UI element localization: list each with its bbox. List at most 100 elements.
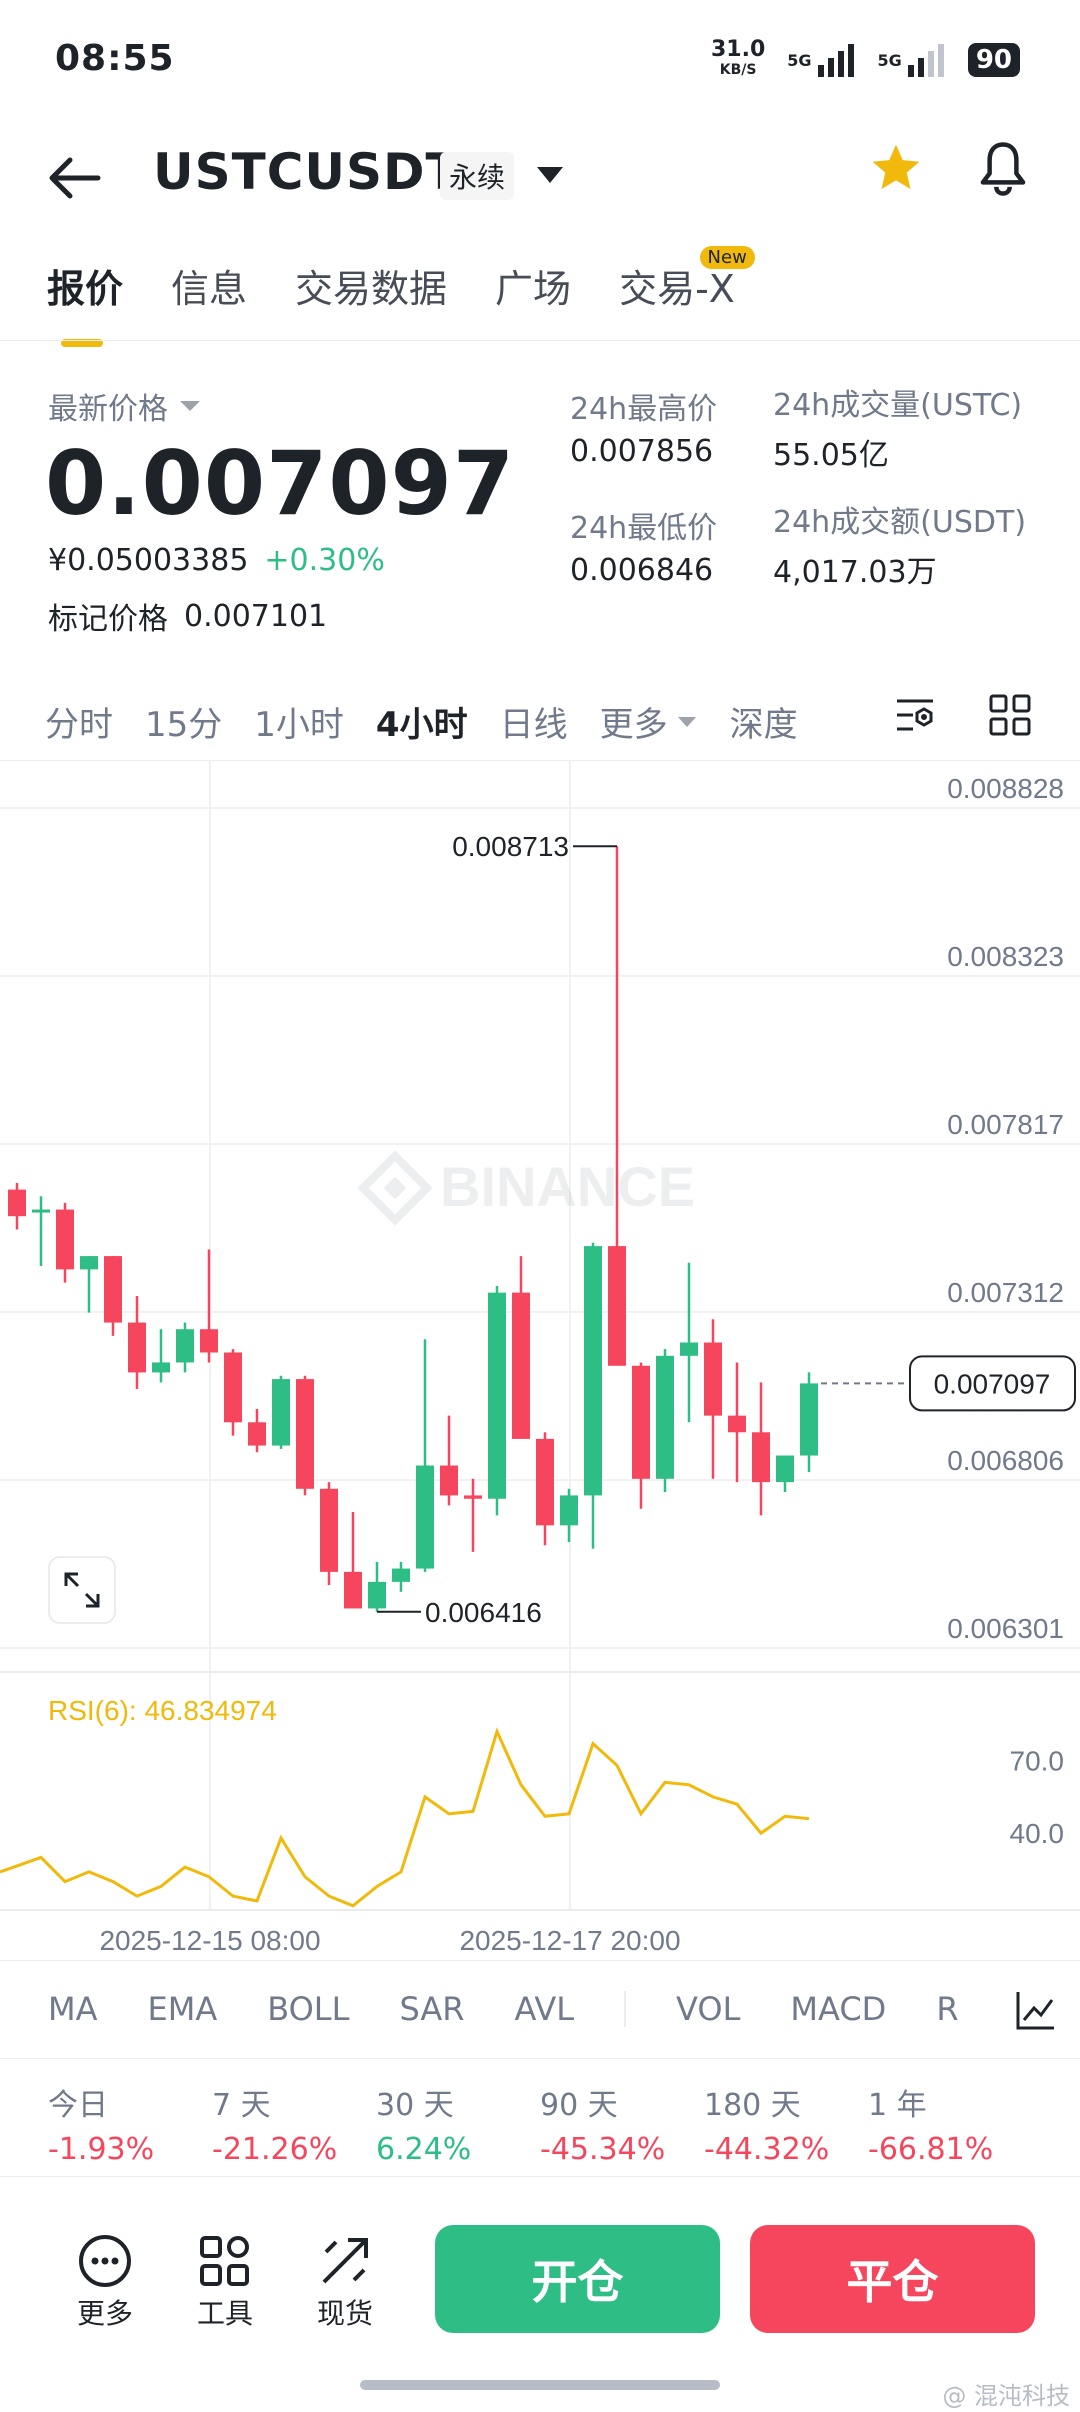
y-tick-label: 0.006806 <box>947 1445 1064 1476</box>
tab-square[interactable]: 广场 <box>495 258 571 313</box>
candle-body <box>656 1355 674 1479</box>
candle-body <box>416 1465 434 1569</box>
home-indicator[interactable] <box>360 2380 720 2390</box>
open-position-button[interactable]: 开仓 <box>435 2225 720 2333</box>
candlestick-chart[interactable]: BINANCE 0.008713 0.006416 0.007097 0.00882… <box>0 760 1080 1960</box>
candle-body <box>464 1495 482 1499</box>
stat-high: 24h最高价 0.007856 <box>570 384 717 469</box>
rsi-label: RSI(6): 46.834974 <box>48 1695 277 1726</box>
symbol-dropdown-icon[interactable] <box>535 158 565 193</box>
perf-7d: 7 天 -21.26% <box>212 2080 376 2167</box>
y-tick-label: 0.007312 <box>947 1277 1064 1308</box>
stat-volume-label: 24h成交量(USTC) <box>773 388 1023 423</box>
mark-price-row: 标记价格 0.007101 <box>48 594 327 638</box>
stat-amount-label: 24h成交额(USDT) <box>773 505 1027 540</box>
candle-body <box>56 1209 74 1270</box>
y-tick-label: 0.008323 <box>947 941 1064 972</box>
interval-depth[interactable]: 深度 <box>730 697 798 746</box>
interval-15m[interactable]: 15分 <box>145 697 222 746</box>
more-dots-icon <box>79 2235 131 2287</box>
more-label: 更多 <box>76 2297 133 2330</box>
rsi-tick-label: 40.0 <box>1010 1818 1065 1849</box>
rsi-panel: RSI(6): 46.834974 70.0 40.0 <box>0 1695 1065 1908</box>
interval-time[interactable]: 分时 <box>45 697 113 746</box>
indicator-vol[interactable]: VOL <box>676 1990 740 2028</box>
candle-body <box>296 1379 314 1489</box>
spot-swap-icon <box>322 2238 368 2284</box>
interval-more[interactable]: 更多 <box>600 697 698 746</box>
x-tick-label: 2025-12-17 20:00 <box>459 1925 680 1956</box>
tab-trading-data[interactable]: 交易数据 <box>295 258 447 313</box>
stat-high-label: 24h最高价 <box>570 392 718 427</box>
indicator-boll[interactable]: BOLL <box>267 1990 349 2028</box>
notification-bell-icon[interactable] <box>975 140 1031 202</box>
signal-bars-icon <box>817 44 854 77</box>
interval-4h[interactable]: 4小时 <box>376 697 468 746</box>
perf-90d: 90 天 -45.34% <box>540 2080 704 2167</box>
tools-button[interactable]: 工具 <box>180 2230 270 2332</box>
back-arrow-icon[interactable] <box>48 150 102 213</box>
change-percent: +0.30% <box>264 543 385 578</box>
indicator-separator <box>624 1991 627 2027</box>
battery-icon: 90 <box>967 43 1020 77</box>
perf-label: 1 年 <box>868 2088 927 2123</box>
low-annotation: 0.006416 <box>425 1597 542 1628</box>
stat-low-value: 0.006846 <box>570 553 714 588</box>
candle-body <box>104 1256 122 1323</box>
cny-price: ¥0.05003385 <box>48 543 249 578</box>
rsi-line <box>0 1727 810 1908</box>
rsi-tick-label: 70.0 <box>1010 1746 1065 1777</box>
signal-1: 5G <box>787 43 855 77</box>
tab-trade-x[interactable]: 交易-X New <box>619 246 755 313</box>
candle-body <box>800 1383 818 1456</box>
perf-label: 90 天 <box>540 2088 618 2123</box>
contract-type-tag[interactable]: 永续 <box>440 152 515 200</box>
symbol-title[interactable]: USTCUSDT <box>153 143 461 201</box>
interval-1d[interactable]: 日线 <box>500 697 568 746</box>
y-axis-ticks: 0.008828 0.008323 0.007817 0.007312 0.006806… <box>947 773 1064 1644</box>
last-price-label[interactable]: 最新价格 <box>48 384 202 428</box>
more-button[interactable]: 更多 <box>60 2230 150 2332</box>
candle-body <box>248 1422 266 1446</box>
indicator-ma[interactable]: MA <box>48 1990 98 2028</box>
indicator-avl[interactable]: AVL <box>514 1990 574 2028</box>
x-axis-ticks: 2025-12-15 08:00 2025-12-17 20:00 <box>0 1909 1080 1956</box>
perf-label: 30 天 <box>376 2088 454 2123</box>
expand-chart-button[interactable] <box>48 1556 116 1624</box>
stat-high-value: 0.007856 <box>570 434 714 469</box>
grid-layout-icon[interactable] <box>988 693 1032 741</box>
candle-body <box>320 1488 338 1572</box>
last-price: 0.007097 <box>45 432 516 535</box>
candle-body <box>80 1256 98 1270</box>
chart-settings-icon[interactable] <box>893 693 937 741</box>
signal-2-label: 5G <box>877 50 902 70</box>
candle-body <box>224 1352 242 1423</box>
indicator-r[interactable]: R <box>936 1990 958 2028</box>
indicator-sar[interactable]: SAR <box>399 1990 464 2028</box>
interval-1h[interactable]: 1小时 <box>254 697 344 746</box>
candle-body <box>776 1455 794 1483</box>
candle-body <box>584 1246 602 1496</box>
candle-body <box>488 1292 506 1499</box>
high-annotation: 0.008713 <box>452 831 569 862</box>
tab-info[interactable]: 信息 <box>171 258 247 313</box>
price-cny-row: ¥0.05003385 +0.30% <box>48 543 385 578</box>
signal-2: 5G <box>878 43 946 77</box>
candle-body <box>536 1438 554 1526</box>
indicator-chart-icon[interactable] <box>1008 1988 1058 2036</box>
spot-button[interactable]: 现货 <box>300 2230 390 2332</box>
y-tick-label: 0.006301 <box>947 1613 1064 1644</box>
tab-quote[interactable]: 报价 <box>47 258 123 347</box>
favorite-star-icon[interactable] <box>868 140 924 211</box>
watermark-text: BINANCE <box>440 1155 695 1218</box>
expand-icon <box>64 1572 100 1608</box>
close-position-button[interactable]: 平仓 <box>750 2225 1035 2333</box>
indicator-ema[interactable]: EMA <box>148 1990 218 2028</box>
interval-more-label: 更多 <box>599 705 668 745</box>
candle-body <box>752 1432 770 1483</box>
y-tick-label: 0.007817 <box>947 1109 1064 1140</box>
indicator-tabs: MA EMA BOLL SAR AVL VOL MACD R <box>48 1990 959 2028</box>
indicator-macd[interactable]: MACD <box>790 1990 886 2028</box>
perf-value: -21.26% <box>212 2132 338 2167</box>
y-tick-label: 0.008828 <box>947 773 1064 804</box>
